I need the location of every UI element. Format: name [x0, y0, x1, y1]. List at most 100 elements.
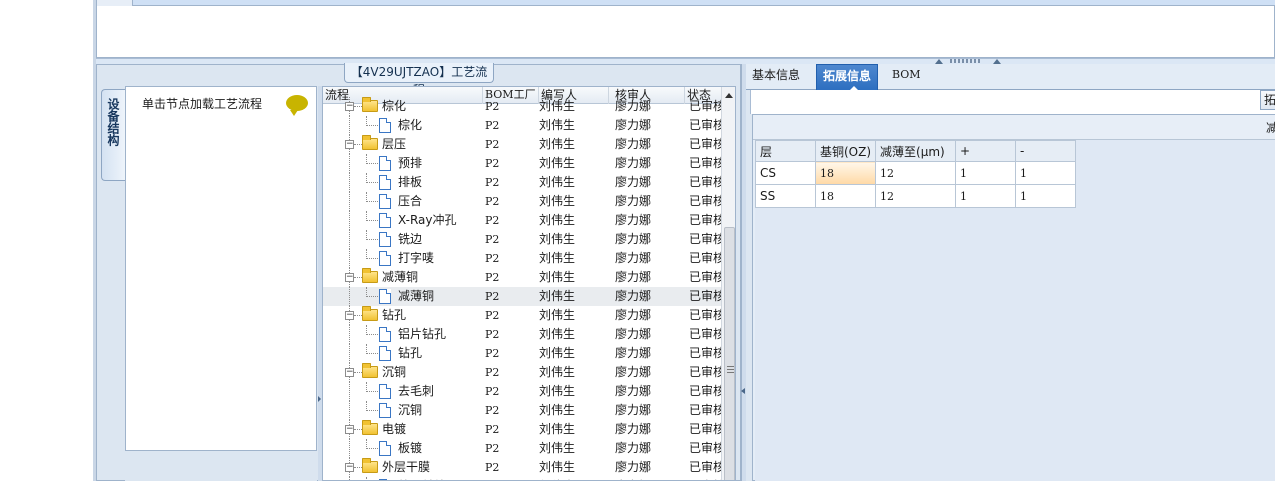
table-row[interactable]: 棕化 P2 刘伟生 廖力娜 已审核 [323, 116, 721, 135]
cell-base-copper[interactable]: 18 [814, 161, 877, 185]
table-row[interactable]: 板镀 P2 刘伟生 廖力娜 已审核 [323, 439, 721, 458]
document-icon [379, 118, 391, 133]
table-row[interactable]: 减薄铜 P2 刘伟生 廖力娜 已审核 [323, 287, 721, 306]
process-name[interactable]: 去毛刺 [398, 382, 434, 401]
table-row[interactable]: 去毛刺 P2 刘伟生 廖力娜 已审核 [323, 382, 721, 401]
table-row[interactable]: 铣边 P2 刘伟生 廖力娜 已审核 [323, 230, 721, 249]
table-row[interactable]: − 钻孔 P2 刘伟生 廖力娜 已审核 [323, 306, 721, 325]
table-row[interactable]: −外层干膜P2刘伟生廖力娜已审核 [323, 458, 721, 477]
process-name[interactable]: 预排 [398, 154, 422, 173]
process-name[interactable]: 层压 [382, 135, 406, 154]
splitter-grip-icon[interactable] [950, 59, 980, 63]
table-row[interactable]: − 棕化 P2 刘伟生 廖力娜 已审核 [323, 97, 721, 116]
tab-basic-info[interactable]: 基本信息 [746, 64, 806, 90]
process-name[interactable]: 铣边 [398, 230, 422, 249]
table-row[interactable]: SS 18 12 1 1 [755, 184, 1077, 208]
process-name[interactable]: 棕化 [382, 97, 406, 116]
table-row[interactable]: 压合 P2 刘伟生 廖力娜 已审核 [323, 192, 721, 211]
tree-guide [349, 287, 350, 306]
process-name[interactable]: 排板 [398, 173, 422, 192]
extend-button[interactable]: 拓 [1260, 90, 1275, 110]
cell-plus[interactable]: 1 [955, 184, 1017, 208]
document-icon [379, 289, 391, 304]
table-row[interactable]: CS 18 12 1 1 [755, 161, 1077, 185]
collapse-node-icon[interactable]: − [345, 140, 354, 149]
tab-equipment-structure[interactable]: 设备结构 [101, 89, 125, 181]
process-name[interactable]: 外层干膜 [382, 458, 430, 477]
reviewer-cell: 廖力娜 [615, 422, 652, 436]
document-icon [379, 232, 391, 247]
process-name[interactable]: 棕化 [398, 116, 422, 135]
cell-minus[interactable]: 1 [1015, 184, 1077, 208]
cell-base-copper[interactable]: 18 [814, 184, 877, 208]
status-cell: 已审核 [689, 156, 721, 170]
collapse-node-icon[interactable]: − [345, 102, 354, 111]
folder-icon [362, 458, 378, 473]
table-row[interactable]: 钻孔 P2 刘伟生 廖力娜 已审核 [323, 344, 721, 363]
detail-strip-text: 减 [1266, 121, 1275, 135]
tree-guide [366, 220, 378, 221]
table-row[interactable]: 外层前处理 P2刘伟生 廖力娜已审核 [323, 477, 721, 480]
table-row[interactable]: X-Ray冲孔 P2 刘伟生 廖力娜 已审核 [323, 211, 721, 230]
process-name[interactable]: 铝片钻孔 [398, 325, 446, 344]
collapse-node-icon[interactable]: − [345, 273, 354, 282]
collapse-node-icon[interactable]: − [345, 311, 354, 320]
bom-factory-cell: P2 [485, 138, 500, 151]
status-cell: 已审核 [689, 327, 721, 341]
speech-bubble-icon [286, 95, 308, 116]
bom-factory-cell: P2 [485, 477, 537, 480]
reviewer-cell: 廖力娜 [615, 213, 652, 227]
table-row[interactable]: − 层压 P2 刘伟生 廖力娜 已审核 [323, 135, 721, 154]
header-base-copper[interactable]: 基铜(OZ) [814, 140, 877, 162]
process-name[interactable]: X-Ray冲孔 [398, 211, 456, 230]
reviewer-cell: 廖力娜 [615, 403, 652, 417]
table-row[interactable]: 预排 P2 刘伟生 廖力娜 已审核 [323, 154, 721, 173]
top-toolbar-button[interactable] [97, 0, 133, 6]
writer-cell: 刘伟生 [539, 251, 576, 265]
tree-guide [349, 173, 350, 192]
collapse-left-arrow-icon[interactable] [318, 396, 321, 402]
process-name[interactable]: 钻孔 [398, 344, 422, 363]
tree-guide [349, 325, 350, 344]
table-row[interactable]: 打字唛 P2 刘伟生 廖力娜 已审核 [323, 249, 721, 268]
document-icon [379, 156, 391, 171]
scroll-up-icon[interactable] [725, 93, 733, 98]
scroll-thumb[interactable] [724, 227, 735, 480]
reviewer-cell: 廖力娜 [615, 232, 652, 246]
cell-thin-to[interactable]: 12 [875, 161, 957, 185]
table-row[interactable]: − 减薄铜 P2 刘伟生 廖力娜 已审核 [323, 268, 721, 287]
collapse-left-arrow-icon[interactable] [741, 388, 745, 394]
tab-bom[interactable]: BOM [886, 64, 927, 90]
process-name[interactable]: 减薄铜 [398, 287, 434, 306]
writer-cell: 刘伟生 [539, 346, 576, 360]
process-name[interactable]: 压合 [398, 192, 422, 211]
collapse-node-icon[interactable]: − [345, 425, 354, 434]
process-name[interactable]: 沉铜 [382, 363, 406, 382]
collapse-node-icon[interactable]: − [345, 463, 354, 472]
status-cell: 已审核 [689, 477, 721, 480]
table-row[interactable]: 排板 P2 刘伟生 廖力娜 已审核 [323, 173, 721, 192]
cell-minus[interactable]: 1 [1015, 161, 1077, 185]
process-name[interactable]: 钻孔 [382, 306, 406, 325]
tab-extended-info[interactable]: 拓展信息 [816, 64, 879, 91]
tree-guide [366, 201, 378, 202]
document-icon [379, 213, 391, 228]
process-name[interactable]: 打字唛 [398, 249, 434, 268]
process-name[interactable]: 板镀 [398, 439, 422, 458]
reviewer-cell: 廖力娜 [615, 346, 652, 360]
header-layer: 层 [755, 140, 816, 162]
process-name[interactable]: 电镀 [382, 420, 406, 439]
grid-scrollbar[interactable] [721, 87, 735, 480]
table-row[interactable]: − 电镀 P2 刘伟生 廖力娜 已审核 [323, 420, 721, 439]
table-row[interactable]: 铝片钻孔 P2 刘伟生 廖力娜 已审核 [323, 325, 721, 344]
tree-guide [354, 277, 362, 278]
process-name[interactable]: 外层前处理 [398, 477, 458, 480]
process-name[interactable]: 沉铜 [398, 401, 422, 420]
table-row[interactable]: 沉铜 P2 刘伟生 廖力娜 已审核 [323, 401, 721, 420]
tree-guide [349, 249, 350, 268]
table-row[interactable]: − 沉铜 P2 刘伟生 廖力娜 已审核 [323, 363, 721, 382]
cell-thin-to[interactable]: 12 [875, 184, 957, 208]
collapse-node-icon[interactable]: − [345, 368, 354, 377]
cell-plus[interactable]: 1 [955, 161, 1017, 185]
process-name[interactable]: 减薄铜 [382, 268, 418, 287]
